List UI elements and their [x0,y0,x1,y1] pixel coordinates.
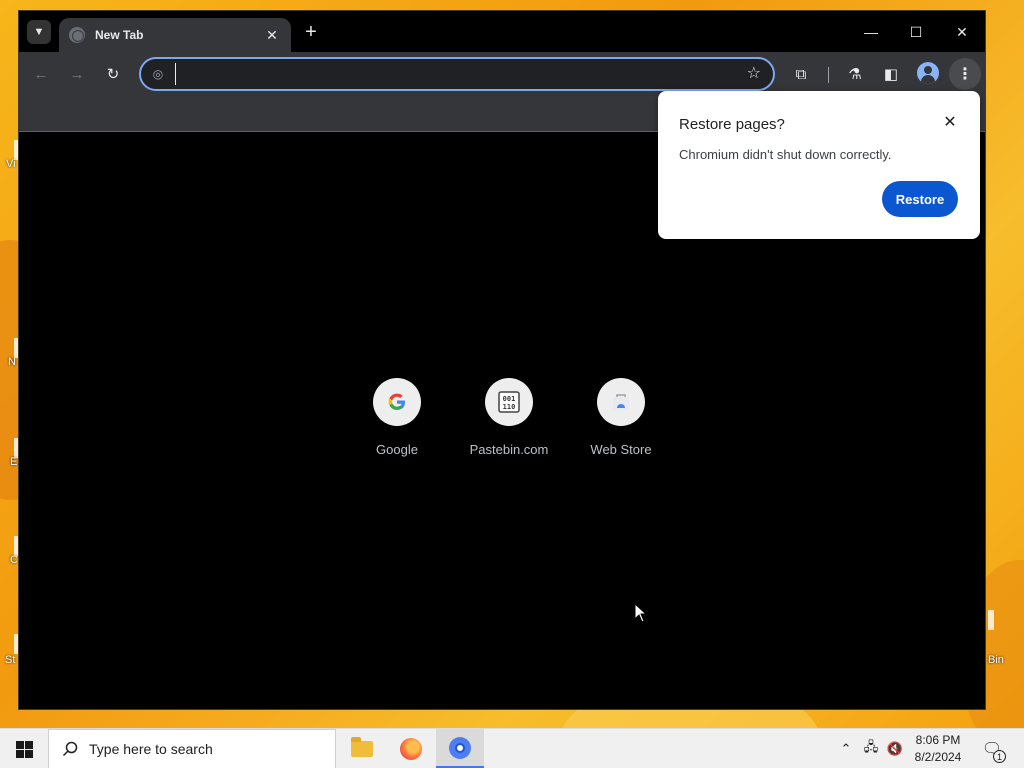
web-store-icon [597,378,645,426]
flask-icon: ⚗ [848,66,862,83]
desktop-icon-label: N [8,356,16,368]
taskbar: Type here to search ⌃ 🖧 🔇 8:06 PM 8/2/20… [0,728,1024,768]
tray-overflow-chevron-icon[interactable]: ⌃ [836,739,856,759]
tab-new-tab[interactable]: New Tab ✕ [59,18,291,52]
chromium-icon [449,736,471,759]
profile-avatar[interactable] [917,62,939,84]
shortcut-google[interactable]: Google [349,378,445,457]
svg-text:001: 001 [503,395,516,403]
shortcut-label: Web Store [590,442,652,457]
browser-menu-button[interactable]: ⋮ [949,58,981,90]
system-clock[interactable]: 8:06 PM 8/2/2024 [905,732,971,766]
tab-strip: ▼ New Tab ✕ + — ☐ ✕ [19,11,985,52]
arrow-right-icon: → [69,65,85,83]
desktop-icon-label: Vi [6,158,16,170]
shortcut-pastebin[interactable]: 001 110 Pastebin.com [461,378,557,457]
globe-icon [69,27,85,43]
address-input[interactable] [175,63,735,85]
firefox-icon [400,738,422,760]
forward-button[interactable]: → [65,62,89,86]
minimize-button[interactable]: — [855,19,887,45]
tab-close-icon[interactable]: ✕ [263,27,281,44]
address-bar[interactable]: ◎ ☆ [139,57,775,91]
puzzle-icon: ⧉ [795,65,807,83]
back-button[interactable]: ← [29,62,53,86]
reload-button[interactable]: ↻ [101,62,125,86]
shortcut-label: Pastebin.com [469,442,549,457]
extensions-button[interactable]: ⧉ [789,62,813,86]
google-icon [373,378,421,426]
shortcuts-grid: Google 001 110 Pastebin.com Web Store [349,378,669,457]
dialog-title: Restore pages? [679,116,785,133]
browser-toolbar: ← → ↻ ◎ ☆ ⧉ ⚗ ◧ ⋮ [19,52,985,96]
windows-logo-icon [15,740,33,758]
search-placeholder: Type here to search [89,741,213,757]
notification-count: 1 [993,750,1006,763]
recycle-bin-icon[interactable] [988,610,994,630]
desktop-icon-label: Bin [988,654,1004,666]
network-icon[interactable]: 🖧 [861,739,881,759]
pastebin-icon: 001 110 [485,378,533,426]
more-vert-icon: ⋮ [957,66,973,83]
desktop-icon-label: C [10,554,18,566]
svg-text:110: 110 [503,403,516,411]
chevron-down-icon: ▼ [33,26,45,38]
volume-muted-icon[interactable]: 🔇 [885,739,905,759]
shortcut-web-store[interactable]: Web Store [573,378,669,457]
restore-button[interactable]: Restore [882,181,958,217]
desktop-icon-label: E [10,456,18,468]
start-button[interactable] [0,729,48,768]
maximize-button[interactable]: ☐ [900,19,932,45]
toolbar-divider [828,67,829,83]
tab-search-button[interactable]: ▼ [27,20,51,44]
shortcut-label: Google [376,442,418,457]
search-engine-icon: ◎ [152,67,164,81]
dialog-message: Chromium didn't shut down correctly. [679,147,892,162]
mouse-cursor-icon [634,603,648,623]
restore-pages-dialog: Restore pages? ✕ Chromium didn't shut do… [658,91,980,239]
desktop-icon-label: St [5,654,16,666]
arrow-left-icon: ← [33,65,49,83]
taskbar-firefox[interactable] [387,729,435,768]
tab-title: New Tab [95,28,144,42]
taskbar-file-explorer[interactable] [338,729,386,768]
reload-icon: ↻ [106,66,120,83]
close-icon[interactable]: ✕ [940,113,960,133]
side-panel-button[interactable]: ◧ [879,62,903,86]
labs-button[interactable]: ⚗ [843,62,867,86]
notification-center-button[interactable]: 🗨 1 [980,737,1006,763]
search-icon [61,740,79,758]
clock-date: 8/2/2024 [914,750,962,764]
close-window-button[interactable]: ✕ [946,19,978,45]
bookmark-star-icon[interactable]: ☆ [747,63,761,83]
new-tab-button[interactable]: + [299,21,323,45]
taskbar-chromium[interactable] [436,729,484,768]
clock-time: 8:06 PM [915,733,961,747]
taskbar-search[interactable]: Type here to search [48,729,336,768]
side-panel-icon: ◧ [883,66,899,83]
file-explorer-icon [351,737,373,757]
